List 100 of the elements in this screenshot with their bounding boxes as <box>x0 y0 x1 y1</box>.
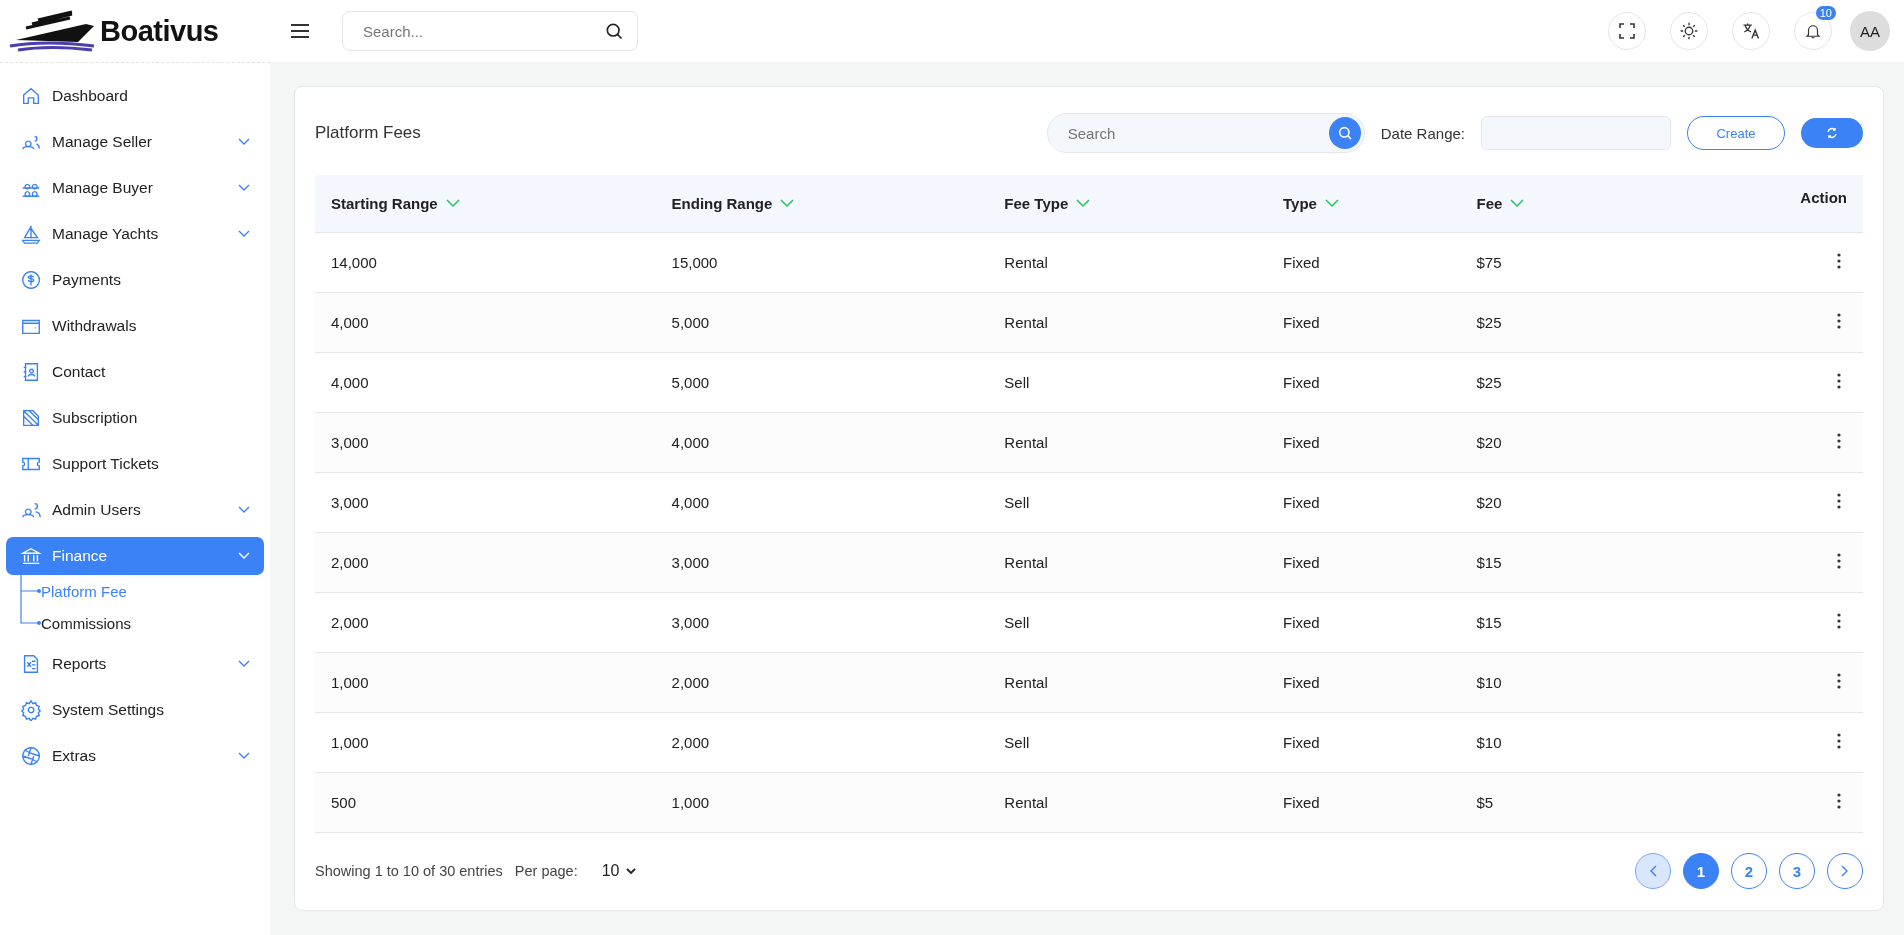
table-cell: 500 <box>331 793 357 811</box>
table-cell: $5 <box>1476 793 1494 811</box>
table-cell: $10 <box>1476 673 1502 691</box>
sidebar-item[interactable]: Withdrawals <box>6 307 264 345</box>
column-header[interactable]: Action <box>1800 189 1847 206</box>
table-cell: Rental <box>1004 793 1048 811</box>
more-vertical-icon[interactable] <box>1837 372 1841 389</box>
table-cell: Rental <box>1004 673 1048 691</box>
date-range-field[interactable] <box>1481 116 1671 150</box>
table-cell: $15 <box>1476 553 1502 571</box>
sidebar-item[interactable]: Admin Users <box>6 491 264 529</box>
chevron-right-icon <box>1841 865 1849 878</box>
table-cell: 5,000 <box>671 313 710 331</box>
search-icon[interactable] <box>604 21 624 41</box>
sidebar-item[interactable]: Payments <box>6 261 264 299</box>
table-cell: 2,000 <box>331 613 369 631</box>
settings-icon <box>20 699 42 721</box>
sidebar-item[interactable]: Subscription <box>6 399 264 437</box>
page-button[interactable]: 3 <box>1779 853 1815 890</box>
per-page-select[interactable]: 10 <box>595 861 642 882</box>
sidebar-item[interactable]: Reports <box>6 645 264 683</box>
column-header[interactable]: Fee Type <box>1004 194 1091 212</box>
search-field[interactable]: Search... <box>342 11 638 51</box>
sidebar-item[interactable]: Finance <box>6 537 264 575</box>
chevron-down-icon <box>625 867 636 875</box>
table-cell: Rental <box>1004 553 1048 571</box>
more-vertical-icon[interactable] <box>1837 612 1841 629</box>
search-button[interactable] <box>1328 117 1361 149</box>
table-cell: 3,000 <box>671 613 710 631</box>
aperture-icon <box>20 745 42 767</box>
more-vertical-icon[interactable] <box>1837 672 1841 689</box>
table-cell: $25 <box>1476 313 1502 331</box>
column-header[interactable]: Ending Range <box>671 194 795 212</box>
table-cell: Sell <box>1004 493 1030 511</box>
search-bar[interactable]: Search <box>1046 113 1365 153</box>
table-cell: Fixed <box>1283 613 1320 631</box>
more-vertical-icon[interactable] <box>1837 552 1841 569</box>
table-cell: 1,000 <box>671 793 710 811</box>
table-cell: Fixed <box>1283 433 1320 451</box>
column-header[interactable]: Type <box>1283 194 1339 212</box>
more-vertical-icon[interactable] <box>1837 732 1841 749</box>
table-cell: $10 <box>1476 733 1502 751</box>
more-vertical-icon[interactable] <box>1837 312 1841 329</box>
table-cell: 2,000 <box>331 553 369 571</box>
sidebar-item[interactable]: Dashboard <box>6 77 264 115</box>
dollar-icon <box>20 269 42 291</box>
notification-count: 10 <box>1815 6 1836 20</box>
sailboat-icon <box>20 223 42 245</box>
sidebar-item[interactable]: System Settings <box>6 691 264 729</box>
table-cell: 4,000 <box>671 433 710 451</box>
search-icon <box>1336 125 1353 141</box>
translate-icon[interactable] <box>1732 12 1770 50</box>
table-cell: 4,000 <box>671 493 710 511</box>
page-button[interactable]: 2 <box>1731 853 1767 890</box>
table-cell: 3,000 <box>331 493 369 511</box>
fullscreen-icon[interactable] <box>1608 12 1646 50</box>
table-cell: $75 <box>1476 253 1502 271</box>
submenu-item[interactable]: Commissions <box>41 614 131 632</box>
sun-icon[interactable] <box>1670 12 1708 50</box>
page-button[interactable]: 1 <box>1683 853 1719 890</box>
sidebar-item[interactable]: Manage Yachts <box>6 215 264 253</box>
brand-name: Boativus <box>100 14 219 48</box>
table-cell: 3,000 <box>331 433 369 451</box>
table-cell: Sell <box>1004 373 1030 391</box>
table-cell: $20 <box>1476 493 1502 511</box>
table-cell: 14,000 <box>331 253 377 271</box>
more-vertical-icon[interactable] <box>1837 492 1841 509</box>
more-vertical-icon[interactable] <box>1837 252 1841 269</box>
table-cell: 4,000 <box>331 313 369 331</box>
table-cell: Fixed <box>1283 733 1320 751</box>
sidebar-item[interactable]: Extras <box>6 737 264 775</box>
sidebar-item[interactable]: Contact <box>6 353 264 391</box>
table-cell: Rental <box>1004 433 1048 451</box>
column-header[interactable]: Fee <box>1476 194 1525 212</box>
table-cell: Fixed <box>1283 253 1320 271</box>
sidebar-item[interactable]: Support Tickets <box>6 445 264 483</box>
table-cell: Rental <box>1004 253 1048 271</box>
table-cell: Rental <box>1004 313 1048 331</box>
refresh-icon <box>1826 127 1838 139</box>
more-vertical-icon[interactable] <box>1837 792 1841 809</box>
bank-icon <box>20 545 42 567</box>
more-vertical-icon[interactable] <box>1837 432 1841 449</box>
table-cell: 15,000 <box>671 253 718 271</box>
column-header[interactable]: Starting Range <box>331 194 460 212</box>
table-cell: 2,000 <box>671 673 710 691</box>
sidebar-item[interactable]: Manage Buyer <box>6 169 264 207</box>
create-button[interactable]: Create <box>1687 116 1785 150</box>
table-cell: Fixed <box>1283 553 1320 571</box>
table-cell: $25 <box>1476 373 1502 391</box>
refresh-button[interactable] <box>1801 118 1863 148</box>
submenu-item[interactable]: Platform Fee <box>41 582 127 600</box>
table-cell: Fixed <box>1283 493 1320 511</box>
panel-title: Platform Fees <box>315 123 421 143</box>
table-cell: Fixed <box>1283 313 1320 331</box>
sidebar-item[interactable]: Manage Seller <box>6 123 264 161</box>
search-input[interactable]: Search <box>1047 114 1329 152</box>
table-cell: 3,000 <box>671 553 710 571</box>
avatar[interactable]: AA <box>1850 11 1890 51</box>
next-page-button[interactable] <box>1827 853 1863 890</box>
chevron-left-icon <box>1649 865 1657 878</box>
